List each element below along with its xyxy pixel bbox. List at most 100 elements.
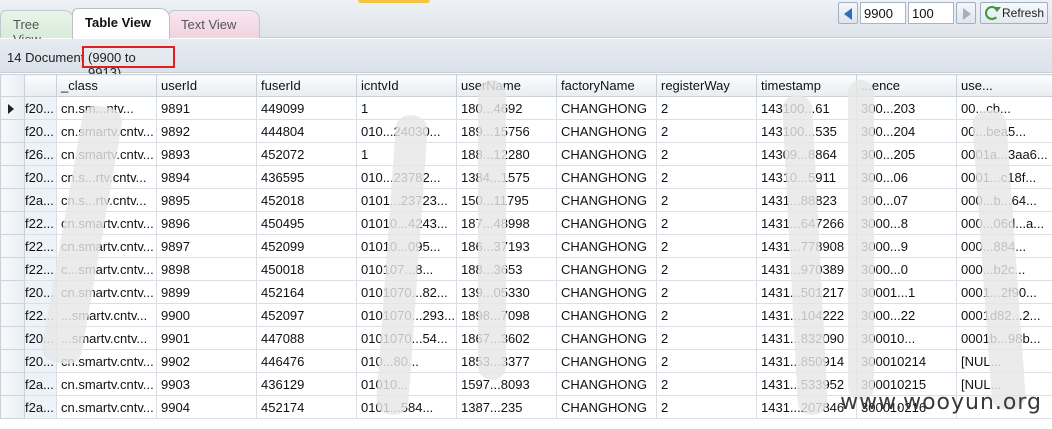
cell-userid[interactable]: 9897	[156, 234, 257, 258]
cell-fuserid[interactable]: 449099	[256, 96, 357, 120]
tab-text-view[interactable]: Text View	[168, 10, 260, 38]
table-row[interactable]: f22...c...smartv.cntv...9898450018010107…	[0, 257, 1052, 281]
cell-username[interactable]: 186...37193	[456, 234, 557, 258]
tab-table-view[interactable]: Table View	[72, 8, 170, 39]
cell-username[interactable]: 188...3653	[456, 257, 557, 281]
table-row[interactable]: f20...cn.smartv.cntv...9902446476010...8…	[0, 349, 1052, 373]
cell-fuserid[interactable]: 452164	[256, 280, 357, 304]
cell-factoryname[interactable]: CHANGHONG	[556, 395, 657, 419]
cell-username[interactable]: 1384...1575	[456, 165, 557, 189]
cell-factoryname[interactable]: CHANGHONG	[556, 280, 657, 304]
cell-userid[interactable]: 9901	[156, 326, 257, 350]
row-header[interactable]	[0, 119, 25, 143]
table-row[interactable]: f22...cn.smartv.cntv...989745209901010..…	[0, 234, 1052, 258]
row-header[interactable]	[0, 234, 25, 258]
column-header-factoryname[interactable]: factoryName	[556, 74, 657, 97]
row-header[interactable]	[0, 395, 25, 419]
cell-registerway[interactable]: 2	[656, 188, 757, 212]
cell-id[interactable]: f22...	[24, 234, 57, 258]
table-row[interactable]: f22......smartv.cntv...99004520970101070…	[0, 303, 1052, 327]
cell-id[interactable]: f26...	[24, 142, 57, 166]
next-page-button[interactable]	[956, 2, 976, 24]
cell-userid[interactable]: 9898	[156, 257, 257, 281]
cell-factoryname[interactable]: CHANGHONG	[556, 142, 657, 166]
cell-registerway[interactable]: 2	[656, 326, 757, 350]
cell-factoryname[interactable]: CHANGHONG	[556, 372, 657, 396]
cell-registerway[interactable]: 2	[656, 211, 757, 235]
cell-factoryname[interactable]: CHANGHONG	[556, 211, 657, 235]
cell-id[interactable]: f20...	[24, 96, 57, 120]
page-start-input[interactable]	[860, 2, 906, 24]
column-header-userid[interactable]: userId	[156, 74, 257, 97]
cell-userid[interactable]: 9904	[156, 395, 257, 419]
cell-fuserid[interactable]: 452072	[256, 142, 357, 166]
cell-fuserid[interactable]: 452099	[256, 234, 357, 258]
cell-userid[interactable]: 9899	[156, 280, 257, 304]
table-row[interactable]: f20...cn.sm...ntv...98914490991180...469…	[0, 96, 1052, 120]
cell-factoryname[interactable]: CHANGHONG	[556, 349, 657, 373]
page-size-input[interactable]	[908, 2, 954, 24]
column-header-icntvid[interactable]: icntvId	[356, 74, 457, 97]
row-header[interactable]	[0, 257, 25, 281]
table-row[interactable]: f20...cn.s...rtv.cntv...9894436595010...…	[0, 165, 1052, 189]
cell-factoryname[interactable]: CHANGHONG	[556, 303, 657, 327]
cell-factoryname[interactable]: CHANGHONG	[556, 165, 657, 189]
tab-tree-view[interactable]: Tree View	[0, 10, 74, 47]
cell-userid[interactable]: 9896	[156, 211, 257, 235]
cell-fuserid[interactable]: 450018	[256, 257, 357, 281]
cell-fuserid[interactable]: 452174	[256, 395, 357, 419]
row-header[interactable]	[0, 349, 25, 373]
cell-userid[interactable]: 9893	[156, 142, 257, 166]
cell-fuserid[interactable]: 446476	[256, 349, 357, 373]
cell-registerway[interactable]: 2	[656, 349, 757, 373]
cell-factoryname[interactable]: CHANGHONG	[556, 257, 657, 281]
cell-class[interactable]: cn.smartv.cntv...	[56, 372, 157, 396]
cell-userid[interactable]: 9902	[156, 349, 257, 373]
row-header[interactable]	[0, 280, 25, 304]
column-header-username[interactable]: userName	[456, 74, 557, 97]
cell-username[interactable]: 189...15756	[456, 119, 557, 143]
cell-username[interactable]: 1898...7098	[456, 303, 557, 327]
column-header-use[interactable]: use...	[956, 74, 1052, 97]
column-header-class[interactable]: _class	[56, 74, 157, 97]
cell-id[interactable]: f2a...	[24, 188, 57, 212]
column-header-timestamp[interactable]: timestamp	[756, 74, 857, 97]
cell-registerway[interactable]: 2	[656, 257, 757, 281]
cell-id[interactable]: f2a...	[24, 372, 57, 396]
cell-fuserid[interactable]: 447088	[256, 326, 357, 350]
cell-username[interactable]: 150...11795	[456, 188, 557, 212]
cell-registerway[interactable]: 2	[656, 165, 757, 189]
cell-username[interactable]: 187...48998	[456, 211, 557, 235]
cell-registerway[interactable]: 2	[656, 142, 757, 166]
cell-fuserid[interactable]: 444804	[256, 119, 357, 143]
refresh-button[interactable]: Refresh	[980, 2, 1048, 24]
cell-username[interactable]: 1597...8093	[456, 372, 557, 396]
cell-fuserid[interactable]: 436595	[256, 165, 357, 189]
cell-username[interactable]: 188...12280	[456, 142, 557, 166]
cell-fuserid[interactable]: 450495	[256, 211, 357, 235]
cell-id[interactable]: f22...	[24, 211, 57, 235]
cell-factoryname[interactable]: CHANGHONG	[556, 96, 657, 120]
cell-userid[interactable]: 9895	[156, 188, 257, 212]
cell-userid[interactable]: 9894	[156, 165, 257, 189]
cell-userid[interactable]: 9900	[156, 303, 257, 327]
cell-id[interactable]: f20...	[24, 165, 57, 189]
column-header-registerway[interactable]: registerWay	[656, 74, 757, 97]
cell-username[interactable]: 1853...3377	[456, 349, 557, 373]
row-header[interactable]	[0, 303, 25, 327]
table-row[interactable]: f2a...cn.s...rtv.cntv...98954520180101..…	[0, 188, 1052, 212]
cell-factoryname[interactable]: CHANGHONG	[556, 234, 657, 258]
cell-registerway[interactable]: 2	[656, 395, 757, 419]
cell-username[interactable]: 1387...235	[456, 395, 557, 419]
row-header[interactable]	[0, 165, 25, 189]
column-header-id[interactable]	[24, 74, 57, 97]
cell-userid[interactable]: 9903	[156, 372, 257, 396]
row-header[interactable]	[0, 211, 25, 235]
table-row[interactable]: f20...cn.smartv.cntv...98994521640101070…	[0, 280, 1052, 304]
table-row[interactable]: f20...cn.smartv.cntv...9892444804010...2…	[0, 119, 1052, 143]
cell-class[interactable]: cn.smartv.cntv...	[56, 395, 157, 419]
table-row[interactable]: f20......smartv.cntv...99014470880101070…	[0, 326, 1052, 350]
cell-fuserid[interactable]: 452018	[256, 188, 357, 212]
cell-id[interactable]: f22...	[24, 257, 57, 281]
row-header[interactable]	[0, 372, 25, 396]
